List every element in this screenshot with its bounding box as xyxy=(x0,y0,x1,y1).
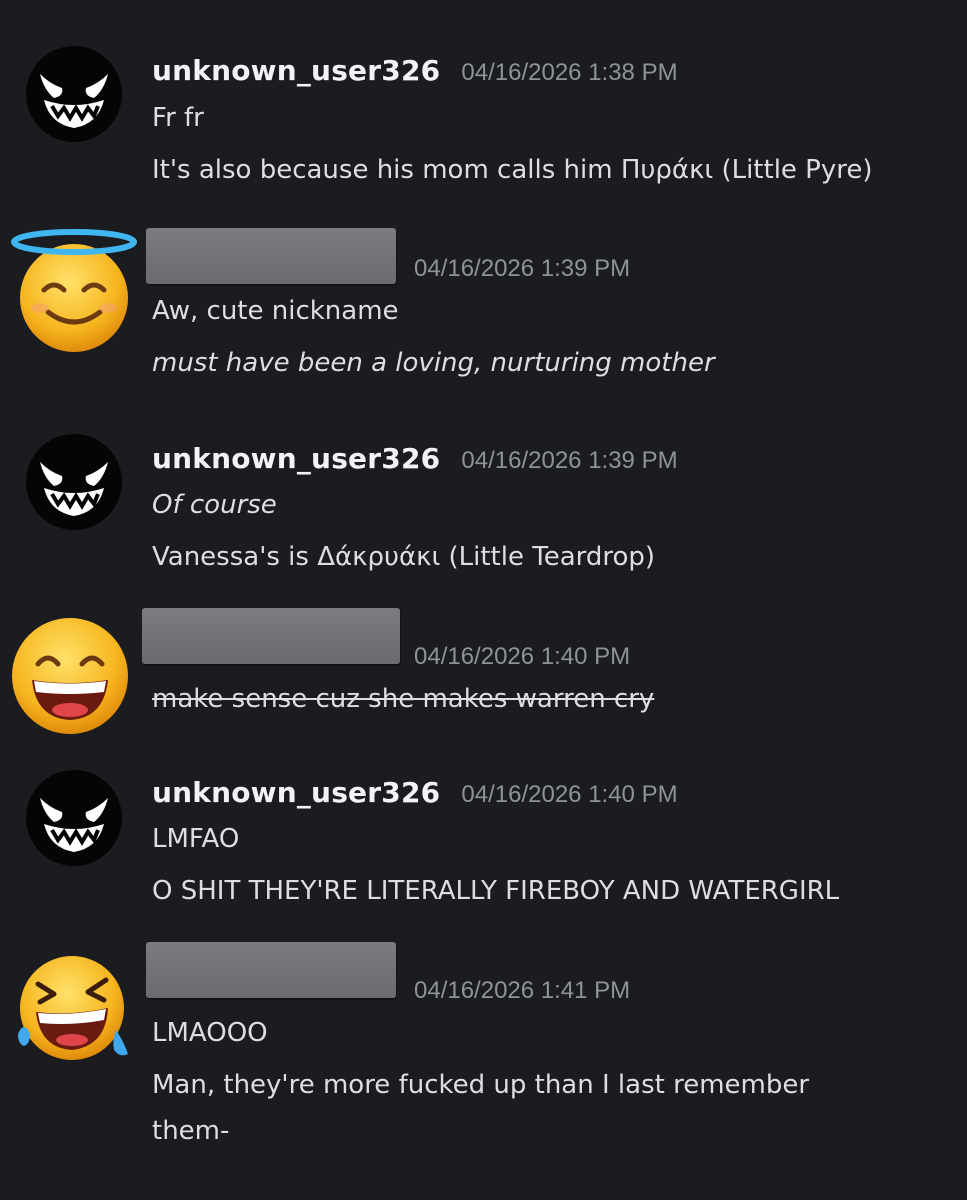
avatar[interactable] xyxy=(8,950,136,1060)
avatar[interactable] xyxy=(8,614,132,738)
timestamp: 04/16/2026 1:39 PM xyxy=(461,447,678,474)
avatar[interactable] xyxy=(24,44,124,144)
grinning-squinting-face-icon xyxy=(12,618,128,734)
message-header: unknown_user326 04/16/2026 1:40 PM xyxy=(152,776,678,809)
avatar[interactable] xyxy=(24,768,124,868)
username[interactable]: unknown_user326 xyxy=(152,54,440,87)
avatar[interactable] xyxy=(24,432,124,532)
timestamp: 04/16/2026 1:38 PM xyxy=(461,59,678,86)
message-header: unknown_user326 04/16/2026 1:39 PM xyxy=(152,442,678,475)
message-text: Aw, cute nickname xyxy=(152,296,399,326)
avatar[interactable] xyxy=(10,228,138,352)
evil-grin-face-icon xyxy=(26,46,122,142)
username[interactable]: unknown_user326 xyxy=(152,442,440,475)
smiling-face-with-halo-icon xyxy=(11,229,137,352)
message-text: LMFAO xyxy=(152,824,240,854)
message-text: O SHIT THEY'RE LITERALLY FIREBOY AND WAT… xyxy=(152,876,840,906)
message-text: Fr fr xyxy=(152,103,204,133)
evil-grin-face-icon xyxy=(26,434,122,530)
message-text: Vanessa's is Δάκρυάκι (Little Teardrop) xyxy=(152,542,656,572)
message-text: must have been a loving, nurturing mothe… xyxy=(152,348,715,378)
message-text: It's also because his mom calls him Πυρά… xyxy=(152,155,873,185)
message-text: LMAOOO xyxy=(152,1018,268,1048)
message-header: unknown_user326 04/16/2026 1:38 PM xyxy=(152,54,678,87)
timestamp: 04/16/2026 1:41 PM xyxy=(414,977,631,1004)
evil-grin-face-icon xyxy=(26,770,122,866)
chat-message-list: unknown_user326 04/16/2026 1:38 PM Fr fr… xyxy=(0,0,967,1200)
timestamp: 04/16/2026 1:40 PM xyxy=(414,643,631,670)
redacted-username xyxy=(146,942,396,998)
timestamp: 04/16/2026 1:39 PM xyxy=(414,255,631,282)
rolling-on-floor-laughing-icon xyxy=(18,956,128,1060)
redacted-username xyxy=(146,228,396,284)
username[interactable]: unknown_user326 xyxy=(152,776,440,809)
message-text: Of course xyxy=(152,490,277,520)
timestamp: 04/16/2026 1:40 PM xyxy=(461,781,678,808)
message-text: them- xyxy=(152,1116,230,1146)
message-text: make sense cuz she makes warren cry xyxy=(152,684,655,714)
message-text: Man, they're more fucked up than I last … xyxy=(152,1070,810,1100)
redacted-username xyxy=(142,608,400,664)
